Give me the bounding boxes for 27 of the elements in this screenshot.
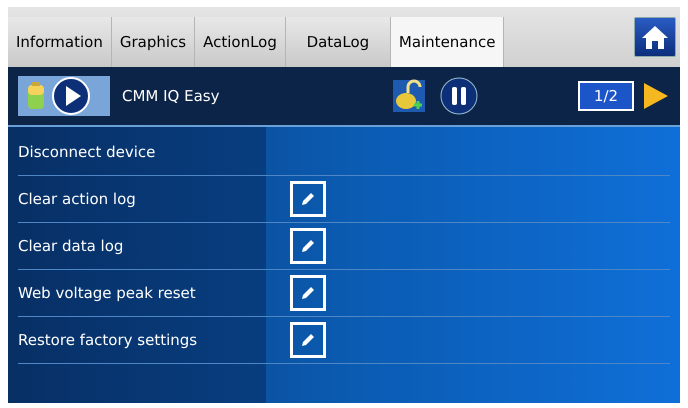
pencil-icon [299,331,317,349]
device-button[interactable] [18,76,110,116]
setting-label: Disconnect device [18,142,156,163]
home-icon [641,24,669,50]
setting-label: Restore factory settings [18,330,198,351]
pencil-icon [299,284,317,302]
pause-icon[interactable] [440,77,478,115]
edit-button[interactable] [290,228,326,264]
unlock-icon[interactable] [392,79,426,113]
tab[interactable]: Maintenance [390,17,504,67]
tab[interactable]: ActionLog [195,17,286,67]
setting-label: Web voltage peak reset [18,282,197,304]
setting-label: Clear action log [18,188,137,210]
pencil-icon [299,237,317,255]
home-button[interactable] [634,17,676,57]
tab[interactable]: Information [8,17,112,67]
page-indicator[interactable]: 1/2 [578,81,634,111]
edit-button[interactable] [290,322,326,358]
pencil-icon [299,190,317,208]
device-name: CMM IQ Easy [122,86,220,107]
tab[interactable]: DataLog [286,17,391,67]
play-icon [52,77,90,115]
tab[interactable]: Graphics [112,17,196,67]
setting-label: Clear data log [18,236,124,257]
next-arrow-icon[interactable] [642,81,670,111]
edit-button[interactable] [290,181,326,217]
edit-button[interactable] [290,275,326,311]
